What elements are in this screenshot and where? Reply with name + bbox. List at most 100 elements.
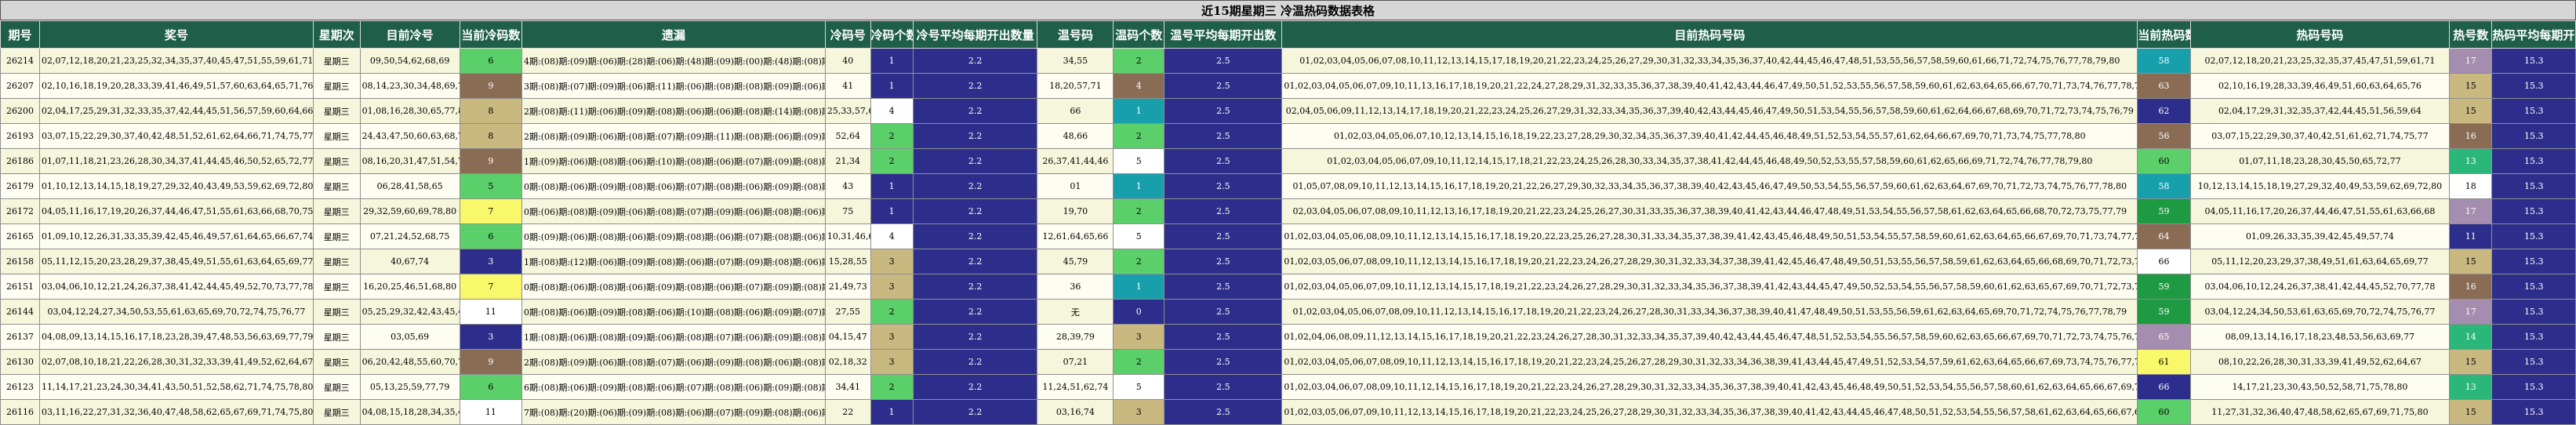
current-hot-cell: 01,02,03,04,05,06,07,09,10,11,12,14,15,1… — [1281, 148, 2138, 174]
hot-now-count-cell: 61 — [2137, 349, 2191, 375]
hot-numbers-cell: 01,07,11,18,23,28,30,45,50,65,72,77 — [2189, 148, 2451, 174]
issue-cell: 26151 — [0, 274, 40, 300]
cold-now-count-cell: 6 — [459, 223, 523, 249]
warm-avg-cell: 2.5 — [1164, 148, 1283, 174]
cold-numbers-cell: 21,49,73 — [824, 274, 871, 300]
issue-cell: 26137 — [0, 324, 40, 350]
table-row[interactable]: 26130 02,07,08,10,18,21,22,26,28,30,31,32… — [0, 349, 2576, 375]
current-hot-cell: 01,02,03,04,05,06,07,09,10,11,13,16,17,1… — [1281, 73, 2138, 99]
column-header[interactable]: 目前冷号 — [359, 20, 460, 49]
weekday-cell: 星期三 — [312, 374, 361, 400]
column-header[interactable]: 冷码号 — [824, 20, 871, 49]
column-header[interactable]: 奖号 — [38, 20, 314, 49]
hot-now-count-cell: 59 — [2137, 274, 2191, 300]
hot-numbers-cell: 02,10,16,19,28,33,39,46,49,51,60,63,64,6… — [2189, 73, 2451, 99]
hot-count-cell: 15 — [2449, 349, 2493, 375]
column-header[interactable]: 星期次 — [312, 20, 361, 49]
column-header[interactable]: 温码个数 — [1113, 20, 1165, 49]
column-header[interactable]: 冷号平均每期开出数量 — [912, 20, 1038, 49]
hot-avg-cell: 15.3 — [2491, 173, 2576, 199]
warm-count-cell: 0 — [1113, 299, 1165, 325]
cold-avg-cell: 2.2 — [912, 123, 1038, 149]
cold-avg-cell: 2.2 — [912, 148, 1038, 174]
column-header[interactable]: 期号 — [0, 20, 40, 49]
column-header[interactable]: 温号码 — [1037, 20, 1114, 49]
warm-numbers-cell: 01 — [1037, 173, 1114, 199]
warm-avg-cell: 2.5 — [1164, 249, 1283, 274]
cold-now-count-cell: 3 — [459, 324, 523, 350]
warm-count-cell: 3 — [1113, 399, 1165, 425]
current-cold-cell: 03,05,69 — [359, 324, 460, 350]
issue-cell: 26207 — [0, 73, 40, 99]
issue-cell: 26165 — [0, 223, 40, 249]
cold-count-cell: 3 — [870, 274, 914, 300]
table-row[interactable]: 26123 11,14,17,21,23,24,30,34,41,43,50,51… — [0, 374, 2576, 400]
warm-count-cell: 1 — [1113, 98, 1165, 124]
hot-numbers-cell: 08,10,22,26,28,30,31,33,39,41,49,52,62,6… — [2189, 349, 2451, 375]
column-header[interactable]: 热码号码 — [2189, 20, 2451, 49]
hot-now-count-cell: 58 — [2137, 173, 2191, 199]
column-header[interactable]: 冷码个数 — [870, 20, 914, 49]
table-row[interactable]: 26158 05,11,12,15,20,23,28,29,37,38,45,49… — [0, 249, 2576, 274]
omission-cell: 0期:(08)期:(06)期:(09)期:(08)期:(06)期:(07)期:(… — [521, 173, 826, 199]
column-header[interactable]: 遗漏 — [521, 20, 826, 49]
warm-count-cell: 2 — [1113, 48, 1165, 74]
table-row[interactable]: 26214 02,07,12,18,20,21,23,25,32,34,35,37… — [0, 48, 2576, 74]
table-row[interactable]: 26172 04,05,11,16,17,19,20,26,37,44,46,47… — [0, 198, 2576, 224]
cold-avg-cell: 2.2 — [912, 349, 1038, 375]
hot-numbers-cell: 11,27,31,32,36,40,47,48,58,62,65,67,69,7… — [2189, 399, 2451, 425]
current-cold-cell: 06,28,41,58,65 — [359, 173, 460, 199]
cold-avg-cell: 2.2 — [912, 324, 1038, 350]
cold-numbers-cell: 04,15,47 — [824, 324, 871, 350]
draw-numbers-cell: 01,10,12,13,14,15,18,19,27,29,32,40,43,4… — [38, 173, 314, 199]
hot-count-cell: 14 — [2449, 324, 2493, 350]
issue-cell: 26116 — [0, 399, 40, 425]
warm-avg-cell: 2.5 — [1164, 173, 1283, 199]
table-row[interactable]: 26179 01,10,12,13,14,15,18,19,27,29,32,40… — [0, 173, 2576, 199]
cold-count-cell: 2 — [870, 299, 914, 325]
warm-count-cell: 2 — [1113, 349, 1165, 375]
hot-avg-cell: 15.3 — [2491, 349, 2576, 375]
table-row[interactable]: 26186 01,07,11,18,21,23,26,28,30,34,37,41… — [0, 148, 2576, 174]
cold-count-cell: 3 — [870, 324, 914, 350]
hot-avg-cell: 15.3 — [2491, 399, 2576, 425]
hot-avg-cell: 15.3 — [2491, 324, 2576, 350]
table-row[interactable]: 26151 03,04,06,10,12,21,24,26,37,38,41,42… — [0, 274, 2576, 300]
weekday-cell: 星期三 — [312, 123, 361, 149]
cold-now-count-cell: 8 — [459, 123, 523, 149]
table-row[interactable]: 26137 04,08,09,13,14,15,16,17,18,23,28,39… — [0, 324, 2576, 350]
draw-numbers-cell: 03,11,16,22,27,31,32,36,40,47,48,58,62,6… — [38, 399, 314, 425]
column-header[interactable]: 当前冷码数 — [459, 20, 523, 49]
data-table: 期号奖号星期次目前冷号当前冷码数遗漏冷码号冷码个数冷号平均每期开出数量温号码温码… — [0, 20, 2576, 425]
warm-numbers-cell: 12,61,64,65,66 — [1037, 223, 1114, 249]
warm-avg-cell: 2.5 — [1164, 223, 1283, 249]
table-row[interactable]: 26193 03,07,15,22,29,30,37,40,42,48,51,52… — [0, 123, 2576, 149]
column-header[interactable]: 热号数 — [2449, 20, 2493, 49]
weekday-cell: 星期三 — [312, 148, 361, 174]
table-row[interactable]: 26200 02,04,17,25,29,31,32,33,35,37,42,44… — [0, 98, 2576, 124]
cold-numbers-cell: 40 — [824, 48, 871, 74]
table-body: 2 6 2 14 02,07,12,18,20,21,23,25,32,34,35,37… — [0, 48, 2576, 425]
cold-now-count-cell: 8 — [459, 98, 523, 124]
hot-avg-cell: 15.3 — [2491, 123, 2576, 149]
table-row[interactable]: 26144 03,04,12,24,27,34,50,53,55,61,63,65… — [0, 299, 2576, 325]
table-row[interactable]: 26207 02,10,16,18,19,20,28,33,39,41,46,49… — [0, 73, 2576, 99]
omission-cell: 3期:(08)期:(07)期:(09)期:(06)期:(11)期:(06)期:(… — [521, 73, 826, 99]
column-header[interactable]: 温号平均每期开出数 — [1164, 20, 1283, 49]
draw-numbers-cell: 02,07,12,18,20,21,23,25,32,34,35,37,40,4… — [38, 48, 314, 74]
column-header[interactable]: 目前热码号码 — [1281, 20, 2138, 49]
warm-avg-cell: 2.5 — [1164, 349, 1283, 375]
column-header[interactable]: 当前热码数 — [2137, 20, 2191, 49]
hot-numbers-cell: 05,11,12,20,23,29,37,38,49,51,61,63,64,6… — [2189, 249, 2451, 274]
hot-count-cell: 13 — [2449, 148, 2493, 174]
column-header[interactable]: 热码平均每期开出数 — [2491, 20, 2576, 49]
cold-count-cell: 2 — [870, 374, 914, 400]
table-row[interactable]: 26165 01,09,10,12,26,31,33,35,39,42,45,46… — [0, 223, 2576, 249]
current-hot-cell: 02,04,05,06,09,11,12,13,14,17,18,19,20,2… — [1281, 98, 2138, 124]
cold-numbers-cell: 02,18,32 — [824, 349, 871, 375]
hot-numbers-cell: 10,12,13,14,15,18,19,27,29,32,40,49,53,5… — [2189, 173, 2451, 199]
weekday-cell: 星期三 — [312, 299, 361, 325]
table-row[interactable]: 26116 03,11,16,22,27,31,32,36,40,47,48,58… — [0, 399, 2576, 425]
cold-avg-cell: 2.2 — [912, 73, 1038, 99]
current-hot-cell: 02,03,04,05,06,07,08,09,10,11,12,13,16,1… — [1281, 198, 2138, 224]
